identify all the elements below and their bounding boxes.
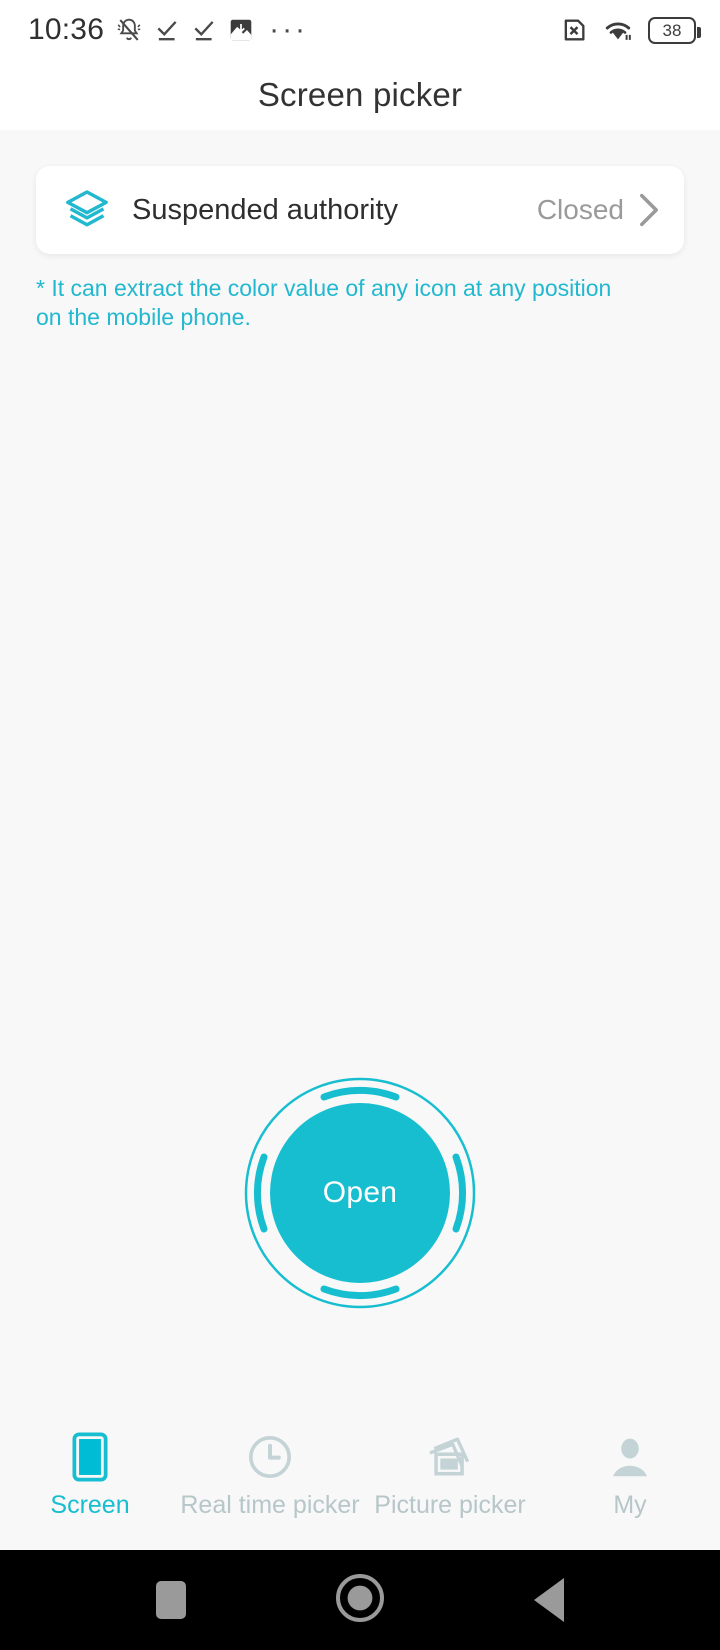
wifi-icon <box>602 16 634 44</box>
suspended-authority-label: Suspended authority <box>132 193 399 226</box>
open-button[interactable]: Open <box>242 1075 478 1311</box>
suspended-authority-row[interactable]: Suspended authority Closed <box>36 166 684 254</box>
ellipsis-icon: ··· <box>269 13 309 46</box>
photos-stack-icon <box>424 1432 476 1482</box>
tab-my-label: My <box>613 1491 647 1519</box>
tab-screen-label: Screen <box>50 1491 130 1519</box>
page-title: Screen picker <box>257 76 463 113</box>
main-content: Suspended authority Closed * It can extr… <box>0 130 720 1550</box>
check-underline-icon <box>154 17 180 43</box>
tab-picture-picker[interactable]: Picture picker <box>360 1432 540 1520</box>
layers-icon <box>64 187 110 233</box>
hint-text: * It can extract the color value of any … <box>36 275 612 331</box>
square-icon[interactable] <box>156 1581 186 1619</box>
status-bar-left: 10:36 ··· <box>28 15 308 45</box>
tab-real-time-picker-label: Real time picker <box>180 1491 360 1519</box>
clock-icon <box>247 1432 293 1482</box>
image-download-icon <box>228 17 254 43</box>
battery-icon: 38 <box>648 16 701 44</box>
open-button-label: Open <box>322 1176 398 1209</box>
tab-real-time-picker[interactable]: Real time picker <box>180 1432 360 1520</box>
triangle-back-icon[interactable] <box>534 1578 564 1622</box>
circle-icon[interactable] <box>334 1572 386 1629</box>
status-bar-clock: 10:36 <box>28 13 105 46</box>
open-button-container: Open <box>0 1075 720 1311</box>
sim-error-icon <box>560 16 588 44</box>
person-icon <box>608 1432 652 1482</box>
bell-muted-icon <box>115 15 143 45</box>
status-bar-right: 38 <box>560 16 701 44</box>
app-screen: 10:36 ··· 38 Screen picker Suspended aut… <box>0 0 720 1650</box>
status-badge: Closed <box>536 194 624 225</box>
open-button-core[interactable]: Open <box>270 1103 450 1283</box>
tab-picture-picker-label: Picture picker <box>374 1491 526 1519</box>
bottom-tab-bar: Screen Real time picker Picture picker M… <box>0 1420 720 1550</box>
tab-screen[interactable]: Screen <box>0 1432 180 1520</box>
battery-level-label: 38 <box>662 20 682 40</box>
phone-screen-icon <box>71 1432 109 1482</box>
check-underline-icon <box>191 17 217 43</box>
android-nav-bar <box>0 1550 720 1650</box>
tab-my[interactable]: My <box>540 1432 720 1520</box>
status-bar: 10:36 ··· 38 <box>0 0 720 60</box>
chevron-right-icon <box>638 192 660 228</box>
app-header: Screen picker <box>0 60 720 130</box>
